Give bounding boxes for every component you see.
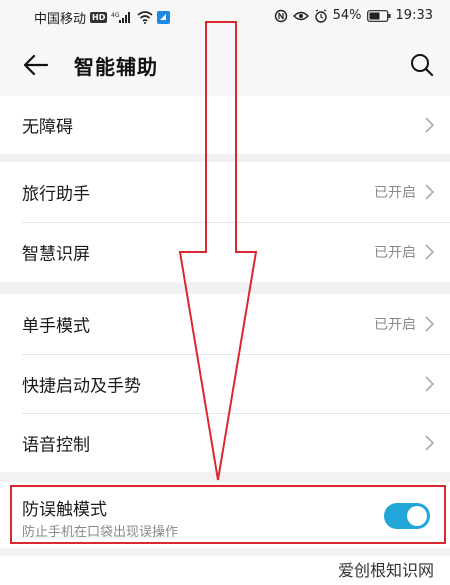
- battery-percent: 54%: [332, 8, 362, 23]
- row-label: 智慧识屏: [22, 244, 90, 265]
- chevron-right-icon: [424, 315, 436, 333]
- settings-group-controls: 单手模式 已开启 快捷启动及手势 语音控制: [0, 294, 450, 472]
- chevron-right-icon: [424, 116, 436, 134]
- accidental-touch-toggle[interactable]: [384, 503, 430, 529]
- row-accidental-touch-mode[interactable]: 防误触模式 防止手机在口袋出现误操作: [0, 486, 450, 546]
- row-label: 旅行助手: [22, 184, 90, 205]
- battery-icon: [366, 9, 391, 22]
- alarm-icon: [314, 8, 328, 23]
- row-accessibility[interactable]: 无障碍: [0, 96, 450, 154]
- eye-icon: [292, 10, 309, 22]
- chevron-right-icon: [424, 434, 436, 452]
- watermark: 爱创根知识网: [335, 557, 436, 581]
- app-header: 智能辅助: [0, 34, 450, 96]
- signal-icon: 4G: [111, 11, 133, 24]
- wifi-icon: [137, 11, 153, 24]
- row-status: 已开启: [374, 185, 416, 201]
- toggle-knob: [407, 506, 427, 526]
- app-notification-icon: [157, 11, 171, 24]
- page-title: 智能辅助: [74, 55, 158, 79]
- status-bar: 中国移动 HD 4G 54% 19:33: [0, 0, 450, 34]
- row-status: 已开启: [374, 317, 416, 333]
- settings-group-accessibility: 无障碍: [0, 96, 450, 154]
- row-label: 单手模式: [22, 316, 90, 337]
- chevron-right-icon: [424, 243, 436, 261]
- row-status: 已开启: [374, 245, 416, 261]
- toggle-label: 防误触模式: [22, 500, 107, 520]
- row-smart-screen-recognition[interactable]: 智慧识屏 已开启: [0, 222, 450, 282]
- row-label: 语音控制: [22, 435, 90, 455]
- row-shortcuts-gestures[interactable]: 快捷启动及手势: [0, 354, 450, 414]
- hd-badge: HD: [90, 12, 108, 23]
- search-icon: [411, 54, 434, 77]
- nfc-icon: [274, 9, 288, 23]
- back-button[interactable]: [20, 49, 52, 81]
- chevron-right-icon: [424, 375, 436, 393]
- settings-group-assistants: 旅行助手 已开启 智慧识屏 已开启: [0, 162, 450, 282]
- chevron-right-icon: [424, 183, 436, 201]
- row-voice-control[interactable]: 语音控制: [0, 413, 450, 472]
- row-label: 快捷启动及手势: [22, 376, 141, 397]
- toggle-subtitle: 防止手机在口袋出现误操作: [22, 525, 179, 540]
- status-right: 54% 19:33: [274, 8, 433, 23]
- clock: 19:33: [395, 8, 433, 23]
- search-button[interactable]: [406, 49, 438, 81]
- row-one-handed-mode[interactable]: 单手模式 已开启: [0, 294, 450, 354]
- carrier-label: 中国移动: [34, 12, 87, 27]
- row-travel-assistant[interactable]: 旅行助手 已开启: [0, 162, 450, 222]
- network-label: 4G: [111, 12, 120, 19]
- status-left: 中国移动 HD 4G: [34, 8, 171, 27]
- arrow-left-icon: [23, 54, 49, 76]
- row-label: 无障碍: [22, 117, 73, 138]
